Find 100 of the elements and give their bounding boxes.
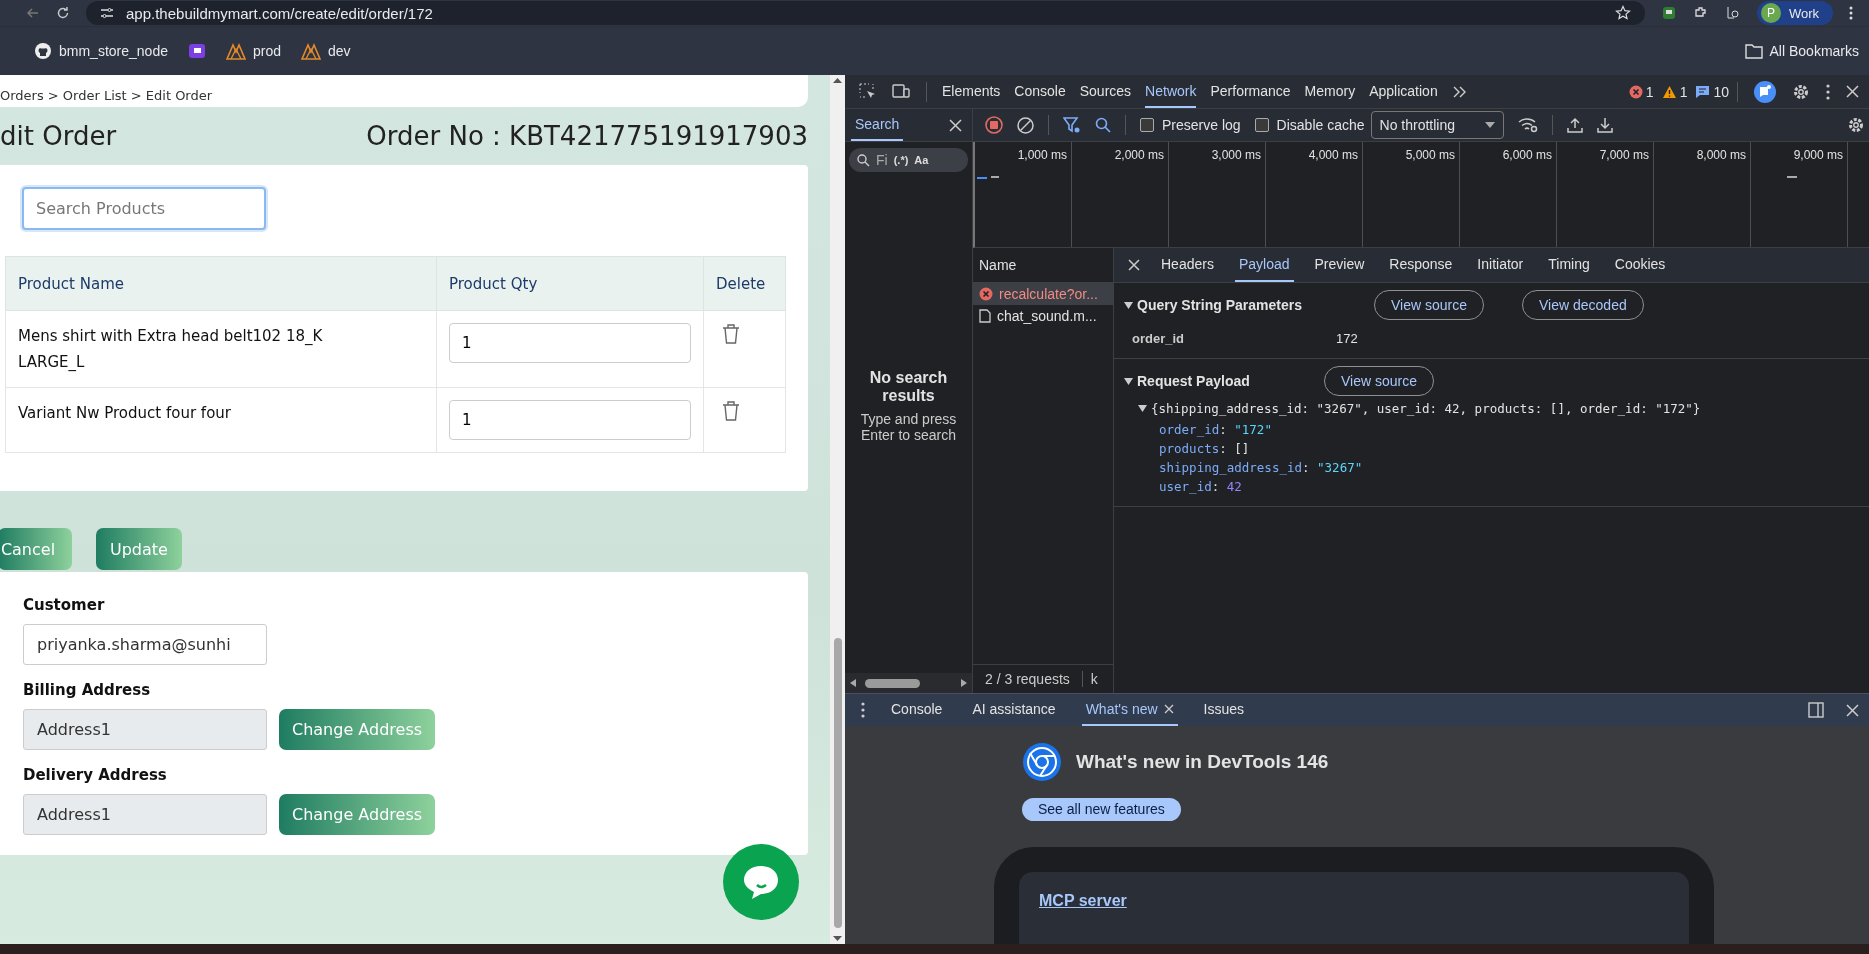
detail-tab[interactable]: Headers <box>1157 248 1218 282</box>
devtools-tab[interactable]: Application <box>1369 75 1438 108</box>
payload-field: user_id: 42 <box>1124 477 1859 496</box>
close-icon[interactable] <box>1846 85 1859 98</box>
field-label: Billing Address <box>23 681 152 699</box>
scrollbar[interactable] <box>830 75 845 944</box>
column-header: Product Name <box>5 256 437 311</box>
download-icon[interactable] <box>1597 117 1613 133</box>
bookmark[interactable]: bmm_store_node <box>34 42 168 60</box>
reload-icon[interactable] <box>56 6 70 20</box>
close-icon[interactable] <box>1128 259 1140 271</box>
close-icon[interactable] <box>949 118 962 132</box>
drawer-tab[interactable]: Console <box>887 694 947 726</box>
star-icon[interactable] <box>1614 5 1631 21</box>
scrollbar-thumb[interactable] <box>865 678 920 688</box>
table-cell: Variant Nw Product four four <box>5 387 437 453</box>
bookmark[interactable] <box>187 42 206 60</box>
search-field[interactable]: Search Products <box>22 187 266 230</box>
more-options-icon[interactable] <box>861 702 865 718</box>
more-options-icon[interactable] <box>1826 83 1830 100</box>
ai-assistant-icon[interactable] <box>1754 80 1776 103</box>
checkbox[interactable] <box>1140 118 1154 132</box>
close-icon[interactable] <box>1846 703 1859 717</box>
devtools-tab[interactable]: Performance <box>1210 75 1291 108</box>
payload-summary[interactable]: {shipping_address_id: "3267", user_id: 42, products: [], order_id: "172"} <box>1151 401 1701 416</box>
request-row[interactable]: recalculate?or... <box>973 283 1113 305</box>
settings-icon[interactable] <box>1792 82 1810 101</box>
device-icon[interactable] <box>892 84 910 99</box>
detail-tab[interactable]: Initiator <box>1473 248 1528 282</box>
page-title: dit Order <box>0 121 117 151</box>
warning-count[interactable]: 1 <box>1661 83 1688 100</box>
settings-icon[interactable] <box>1847 116 1865 134</box>
site-settings-icon[interactable] <box>100 7 114 19</box>
change-address-button[interactable]: Change Address <box>279 709 436 750</box>
empty-state-title: No search results <box>868 368 949 405</box>
mountain-logo-icon <box>225 42 246 60</box>
error-icon <box>979 287 993 301</box>
document-icon <box>979 309 991 323</box>
chat-icon[interactable] <box>723 844 799 920</box>
scroll-right-icon[interactable] <box>960 678 968 688</box>
network-conditions-icon[interactable] <box>1518 117 1538 133</box>
checkbox-label: Disable cache <box>1276 117 1365 133</box>
payload-field: order_id: "172" <box>1124 420 1859 439</box>
back-icon[interactable] <box>26 6 40 20</box>
drawer-tab[interactable]: AI assistance <box>968 694 1060 726</box>
search-field[interactable]: Fi (.*) Aa <box>849 148 968 172</box>
more-tabs-icon[interactable] <box>1452 85 1467 98</box>
address-field[interactable]: Address1 <box>23 794 267 835</box>
checkbox[interactable] <box>1254 118 1269 132</box>
scroll-left-icon[interactable] <box>849 678 857 688</box>
inspect-icon[interactable] <box>859 83 876 100</box>
error-count[interactable]: 1 <box>1628 83 1654 100</box>
section-header[interactable]: Request Payload <box>1124 373 1284 389</box>
trash-icon[interactable] <box>721 400 741 422</box>
detail-tab[interactable]: Timing <box>1544 248 1594 282</box>
section-header[interactable]: Query String Parameters <box>1124 297 1334 313</box>
upload-icon[interactable] <box>1567 117 1583 133</box>
field-label: Delivery Address <box>23 766 168 784</box>
payload-field: shipping_address_id: "3267" <box>1124 458 1859 477</box>
address-field[interactable]: Address1 <box>23 709 267 750</box>
clear-icon[interactable] <box>1017 116 1034 134</box>
transfer-size: k <box>1081 671 1098 687</box>
devtools-tab[interactable]: Memory <box>1304 75 1356 108</box>
error-icon <box>1628 84 1643 99</box>
message-count[interactable]: 10 <box>1695 83 1729 100</box>
all-bookmarks-button[interactable]: All Bookmarks <box>1744 43 1859 59</box>
see-all-features-button[interactable]: See all new features <box>1022 798 1181 821</box>
profile-button[interactable]: P Work <box>1756 1 1833 25</box>
close-icon[interactable] <box>1163 704 1174 714</box>
throttling-dropdown[interactable]: No throttling <box>1370 111 1504 139</box>
customer-field[interactable]: priyanka.sharma@sunhi <box>23 624 267 665</box>
dock-icon[interactable] <box>1808 702 1824 718</box>
scrollbar-thumb[interactable] <box>833 638 842 928</box>
devtools-tab[interactable]: Elements <box>942 75 1001 108</box>
detail-tab[interactable]: Preview <box>1310 248 1369 282</box>
address-field[interactable]: app.thebuildmymart.com/create/edit/order/172 <box>86 1 1645 25</box>
detail-tab[interactable]: Response <box>1385 248 1457 282</box>
detail-tab[interactable]: Cookies <box>1610 248 1670 282</box>
devtools-tab[interactable]: Console <box>1014 75 1066 108</box>
scrollbar[interactable] <box>845 673 972 693</box>
bookmark[interactable]: dev <box>301 42 351 60</box>
github-icon <box>34 42 52 60</box>
folder-icon <box>1744 43 1763 59</box>
request-row[interactable]: chat_sound.m... <box>973 305 1113 327</box>
quantity-field[interactable]: 1 <box>449 400 691 440</box>
trash-icon[interactable] <box>721 323 741 345</box>
change-address-button[interactable]: Change Address <box>279 794 436 835</box>
waterfall-drawing <box>1787 176 1797 179</box>
feature-link[interactable]: MCP server <box>1039 891 1127 909</box>
caret-icon[interactable] <box>1138 405 1147 412</box>
quantity-field[interactable]: 1 <box>449 323 691 363</box>
drawer-tab[interactable]: Issues <box>1199 694 1249 726</box>
menu-icon[interactable] <box>1849 6 1853 20</box>
field-label: Customer <box>23 596 106 614</box>
record-icon[interactable] <box>985 116 1003 134</box>
extension-icon[interactable] <box>1660 5 1677 21</box>
bookmark[interactable]: prod <box>225 42 281 60</box>
filter-icon[interactable] <box>1063 116 1081 134</box>
detail-tab[interactable]: Payload <box>1234 248 1294 282</box>
devtools-tab[interactable]: Sources <box>1079 75 1132 108</box>
